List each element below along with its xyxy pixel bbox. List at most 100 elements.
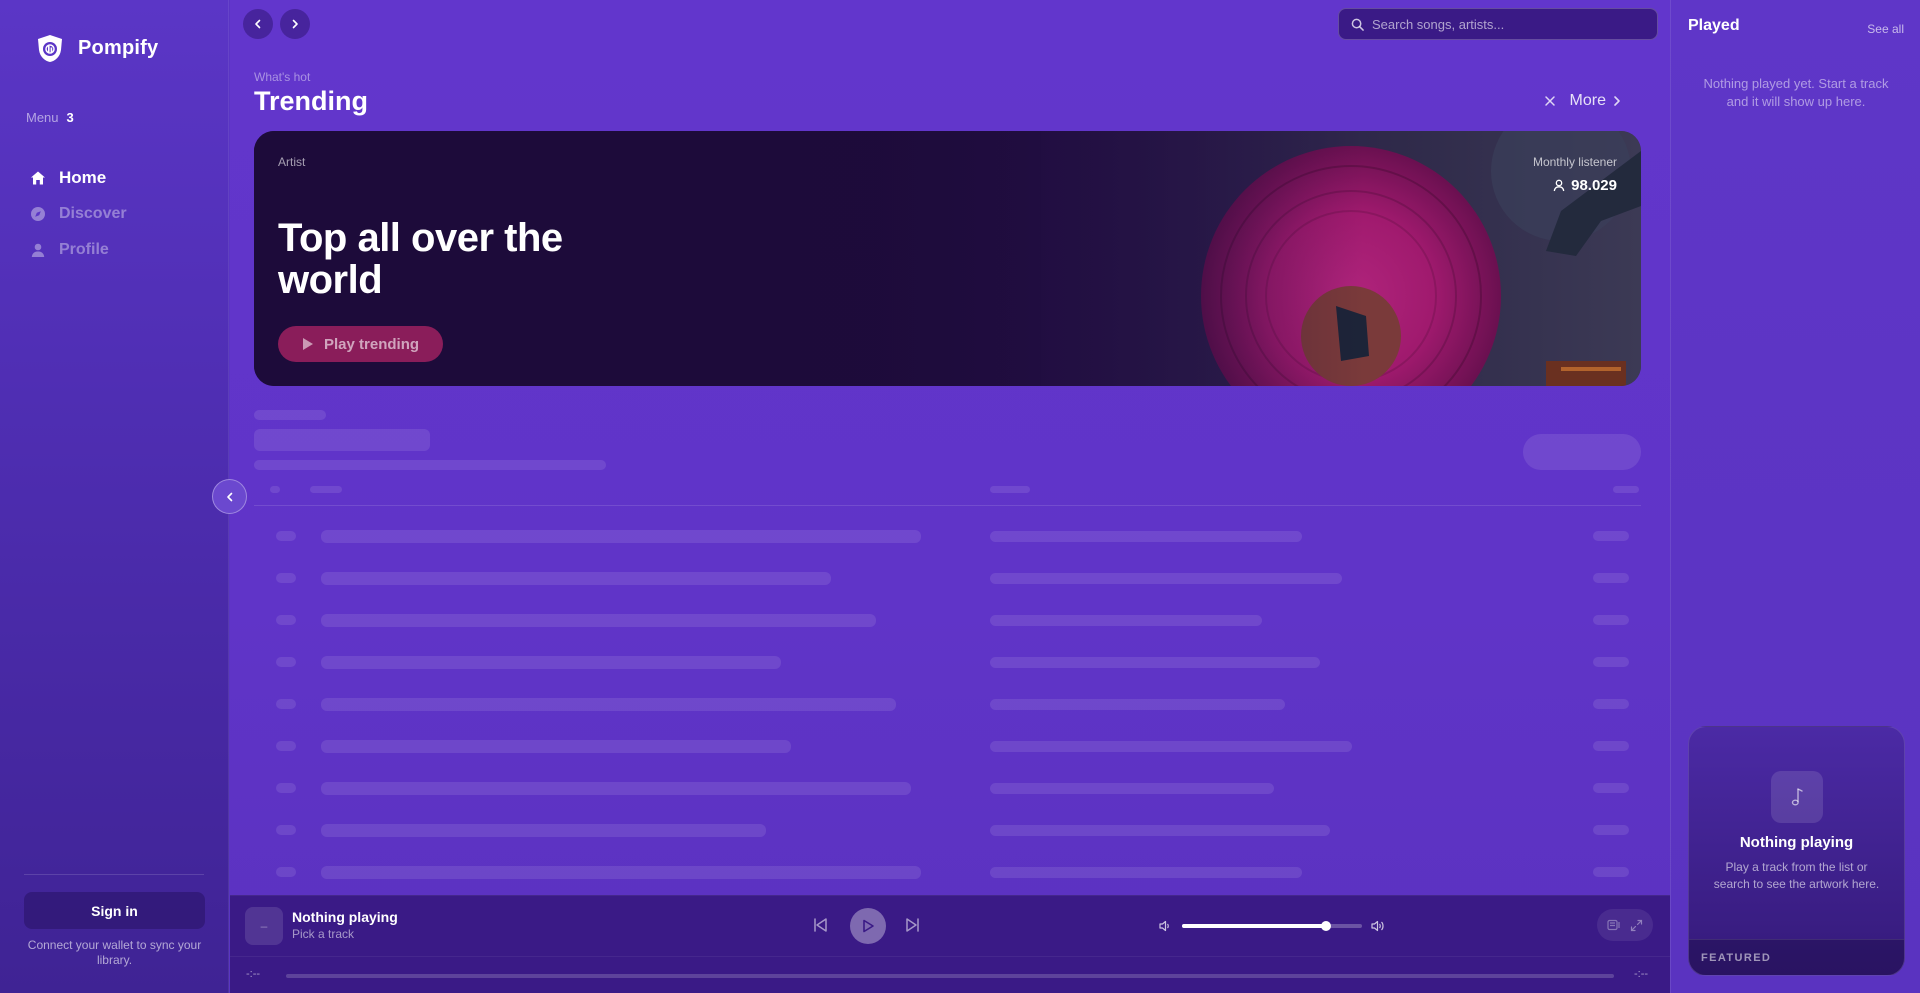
skeleton-duration-cell xyxy=(1593,657,1629,667)
play-trending-label: Play trending xyxy=(324,335,420,353)
played-title: Played xyxy=(1688,17,1740,34)
more-label: More xyxy=(1569,92,1606,109)
music-note-icon xyxy=(1791,788,1803,806)
skeleton-artist-cell xyxy=(990,740,1352,752)
skeleton-kicker xyxy=(254,410,326,420)
skeleton-title-cell xyxy=(321,529,921,543)
queue-icon[interactable] xyxy=(1607,919,1621,931)
listener-label: Monthly listener xyxy=(1532,155,1617,169)
skeleton-title-cell xyxy=(321,571,831,585)
sidebar-item-label: Profile xyxy=(59,241,109,258)
player-separator xyxy=(230,956,1670,957)
user-icon xyxy=(1553,179,1565,192)
sidebar-item-profile[interactable]: Profile xyxy=(30,232,127,268)
back-button[interactable] xyxy=(243,9,273,39)
skeleton-index xyxy=(276,657,296,667)
skeleton-title-cell xyxy=(321,739,791,753)
progress-bar[interactable] xyxy=(286,974,1614,978)
previous-button[interactable] xyxy=(807,912,833,938)
skip-back-icon xyxy=(814,918,827,932)
skeleton-artist-cell xyxy=(990,614,1262,626)
skeleton-title-cell xyxy=(321,781,911,795)
skeleton-title xyxy=(254,429,430,451)
chevron-left-icon xyxy=(255,19,261,29)
skeleton-header-cell xyxy=(270,486,280,493)
time-total: -:-- xyxy=(1634,968,1649,980)
table-header-divider xyxy=(254,505,1641,506)
skeleton-duration-cell xyxy=(1593,531,1629,541)
skeleton-duration-cell xyxy=(1593,741,1629,751)
skeleton-subtitle xyxy=(254,460,606,470)
skeleton-index xyxy=(276,867,296,877)
app-name: Pompify xyxy=(78,36,159,59)
skip-forward-icon xyxy=(906,918,919,932)
played-panel: Played See all Nothing played yet. Start… xyxy=(1670,0,1920,993)
volume-high-icon[interactable] xyxy=(1370,919,1386,933)
now-playing-title: Nothing playing xyxy=(292,909,398,925)
listener-value-row: 98.029 xyxy=(1533,177,1617,194)
play-button[interactable] xyxy=(850,908,886,944)
home-icon xyxy=(31,171,45,185)
skeleton-artist-cell xyxy=(990,656,1320,668)
skeleton-header-cell xyxy=(990,486,1030,493)
play-icon xyxy=(863,919,874,933)
skeleton-button xyxy=(1523,434,1641,470)
listener-count: 98.029 xyxy=(1571,177,1617,194)
volume-low-icon[interactable] xyxy=(1158,919,1172,933)
menu-label: Menu 3 xyxy=(26,110,74,125)
expand-icon[interactable] xyxy=(1630,919,1643,932)
menu-label-text: Menu xyxy=(26,110,59,125)
skeleton-artist-cell xyxy=(990,572,1342,584)
next-button[interactable] xyxy=(900,912,926,938)
logo[interactable]: Pompify xyxy=(34,32,158,64)
trending-hero-card[interactable]: Artist Top all over the world Play trend… xyxy=(254,131,1641,386)
skeleton-artist-cell xyxy=(990,782,1274,794)
main-content: What's hot Trending More xyxy=(230,0,1670,993)
skeleton-duration-cell xyxy=(1593,699,1629,709)
skeleton-index xyxy=(276,741,296,751)
featured-label: FEATURED xyxy=(1689,939,1904,975)
section-title: Trending xyxy=(254,86,368,116)
sidebar-item-home[interactable]: Home xyxy=(30,160,127,196)
user-icon xyxy=(31,243,45,257)
sidebar-item-label: Discover xyxy=(59,205,127,222)
logo-icon xyxy=(38,35,62,62)
see-all-link[interactable]: See all xyxy=(1867,22,1904,36)
compass-icon xyxy=(31,207,45,221)
skeleton-header-cell xyxy=(1613,486,1639,493)
section-actions: More xyxy=(1544,92,1622,110)
skeleton-title-cell xyxy=(321,613,876,627)
card-text: Play a track from the list or search to … xyxy=(1713,860,1880,891)
track-artwork: – xyxy=(245,907,283,945)
now-playing-subtitle: Pick a track xyxy=(292,927,355,941)
skeleton-index xyxy=(276,825,296,835)
skeleton-title-cell xyxy=(321,823,766,837)
chevron-right-icon xyxy=(1614,96,1620,106)
skeleton-title-cell xyxy=(321,655,781,669)
skeleton-artist-cell xyxy=(990,824,1330,836)
volume-slider[interactable] xyxy=(1182,921,1362,931)
sidebar-item-discover[interactable]: Discover xyxy=(30,196,127,232)
close-icon[interactable] xyxy=(1544,95,1556,107)
section-kicker: What's hot xyxy=(254,70,311,84)
now-playing-card: Nothing playing Play a track from the li… xyxy=(1688,726,1905,976)
volume-knob[interactable] xyxy=(1321,921,1331,931)
forward-button[interactable] xyxy=(280,9,310,39)
play-trending-button[interactable]: Play trending xyxy=(278,326,444,362)
collapse-sidebar-button[interactable] xyxy=(212,479,247,514)
play-icon xyxy=(303,338,313,350)
volume-fill xyxy=(1182,924,1326,928)
sidebar-divider xyxy=(24,874,204,875)
played-empty-text: Nothing played yet. Start a track and it… xyxy=(1703,76,1889,109)
chevron-right-icon xyxy=(292,19,298,29)
sign-in-button[interactable]: Sign in xyxy=(24,892,205,929)
player-bar: – Nothing playing Pick a track -:-- -:-- xyxy=(230,895,1670,993)
search-input[interactable] xyxy=(1372,16,1642,32)
skeleton-artist-cell xyxy=(990,866,1302,878)
hero-title: Top all over the world xyxy=(278,216,563,302)
search-box[interactable] xyxy=(1338,8,1658,40)
chevron-left-icon xyxy=(226,492,232,501)
skeleton-index xyxy=(276,615,296,625)
skeleton-duration-cell xyxy=(1593,615,1629,625)
more-link[interactable]: More xyxy=(1570,92,1622,110)
